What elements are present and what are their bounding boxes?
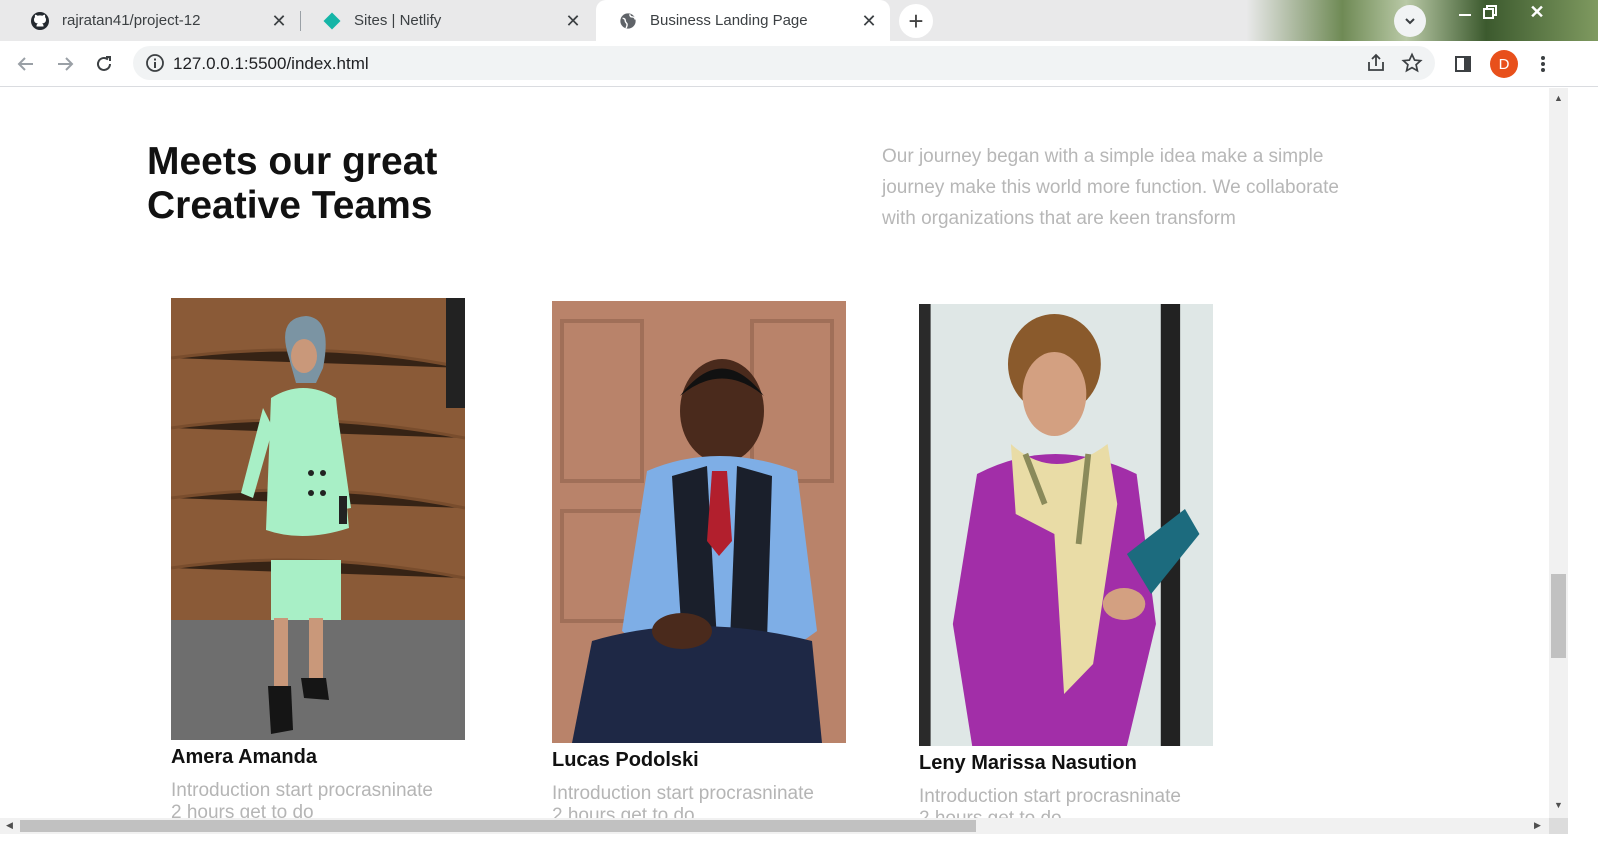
plus-icon: + xyxy=(908,6,924,36)
restore-icon xyxy=(1483,5,1497,19)
window-bottom-edge xyxy=(0,834,1598,850)
close-window-button[interactable]: ✕ xyxy=(1514,0,1560,24)
url-text[interactable]: 127.0.0.1:5500/index.html xyxy=(173,54,369,74)
vertical-scrollbar[interactable]: ▲ ▼ xyxy=(1549,88,1568,818)
scroll-right-arrow-icon[interactable]: ▶ xyxy=(1534,820,1541,831)
team-member-name: Amera Amanda xyxy=(171,746,317,768)
intro-line-2: 2 hours get to do xyxy=(552,805,695,818)
page-viewport: Meets our great Creative Teams Our journ… xyxy=(0,88,1549,818)
vertical-scrollbar-thumb[interactable] xyxy=(1551,574,1566,658)
scroll-down-arrow-icon[interactable]: ▼ xyxy=(1553,800,1564,811)
team-member-card: Amera Amanda Introduction start procrasn… xyxy=(171,298,465,818)
team-member-name: Leny Marissa Nasution xyxy=(919,752,1137,774)
scroll-up-arrow-icon[interactable]: ▲ xyxy=(1553,93,1564,104)
tab-title: rajratan41/project-12 xyxy=(62,12,201,29)
bookmark-star-icon[interactable] xyxy=(1401,52,1423,74)
browser-tab-strip: rajratan41/project-12 ✕ Sites | Netlify … xyxy=(0,0,1598,41)
team-member-photo xyxy=(919,304,1213,746)
chevron-down-icon xyxy=(1405,18,1415,25)
arrow-left-icon xyxy=(17,57,33,71)
reload-button[interactable] xyxy=(89,49,119,79)
tab-github[interactable]: rajratan41/project-12 ✕ xyxy=(8,0,300,41)
tab-search-button[interactable] xyxy=(1394,5,1426,37)
title-line-1: Meets our great xyxy=(147,140,438,183)
kebab-menu-icon xyxy=(1541,56,1545,72)
team-member-intro: Introduction start procrasninate 2 hours… xyxy=(171,780,465,818)
scroll-left-arrow-icon[interactable]: ◀ xyxy=(6,820,13,831)
side-panel-icon xyxy=(1455,56,1471,72)
profile-avatar[interactable]: D xyxy=(1490,50,1518,78)
close-tab-icon[interactable]: ✕ xyxy=(564,12,582,30)
intro-line-2: 2 hours get to do xyxy=(919,808,1062,818)
intro-line-1: Introduction start procrasninate xyxy=(919,786,1181,807)
tab-business-landing-page[interactable]: Business Landing Page ✕ xyxy=(596,0,890,41)
scrollbar-corner xyxy=(1549,818,1568,834)
browser-toolbar: 127.0.0.1:5500/index.html D xyxy=(0,41,1598,87)
team-member-card: Leny Marissa Nasution Introduction start… xyxy=(919,304,1213,818)
team-member-intro: Introduction start procrasninate 2 hours… xyxy=(552,783,846,818)
title-line-2: Creative Teams xyxy=(147,184,433,227)
team-member-photo xyxy=(552,301,846,743)
close-tab-icon[interactable]: ✕ xyxy=(270,12,288,30)
info-icon[interactable] xyxy=(145,53,165,73)
team-section-description: Our journey began with a simple idea mak… xyxy=(882,146,1339,229)
team-member-photo xyxy=(171,298,465,740)
address-bar[interactable]: 127.0.0.1:5500/index.html xyxy=(133,46,1435,80)
browser-menu-button[interactable] xyxy=(1528,49,1558,79)
reload-icon xyxy=(97,56,111,71)
forward-button[interactable] xyxy=(50,49,80,79)
globe-icon xyxy=(618,11,638,31)
team-section-title: Meets our great Creative Teams xyxy=(147,140,487,228)
intro-line-2: 2 hours get to do xyxy=(171,802,314,818)
horizontal-scrollbar[interactable]: ◀ ▶ xyxy=(0,818,1549,834)
new-tab-button[interactable]: + xyxy=(899,4,933,38)
profile-initial: D xyxy=(1498,55,1510,73)
github-icon xyxy=(30,11,50,31)
tab-title: Business Landing Page xyxy=(650,12,808,29)
share-icon[interactable] xyxy=(1365,52,1387,74)
netlify-icon xyxy=(322,11,342,31)
arrow-right-icon xyxy=(58,57,74,71)
tab-title: Sites | Netlify xyxy=(354,12,442,29)
restore-window-button[interactable] xyxy=(1467,0,1513,24)
intro-line-1: Introduction start procrasninate xyxy=(171,780,433,801)
team-member-card: Lucas Podolski Introduction start procra… xyxy=(552,301,846,818)
horizontal-scrollbar-thumb[interactable] xyxy=(20,820,976,832)
team-member-name: Lucas Podolski xyxy=(552,749,699,771)
intro-line-1: Introduction start procrasninate xyxy=(552,783,814,804)
team-member-intro: Introduction start procrasninate 2 hours… xyxy=(919,786,1213,818)
side-panel-button[interactable] xyxy=(1448,49,1478,79)
window-edge xyxy=(1568,88,1598,850)
close-icon: ✕ xyxy=(1529,1,1545,22)
back-button[interactable] xyxy=(11,49,41,79)
tab-netlify[interactable]: Sites | Netlify ✕ xyxy=(300,0,594,41)
close-tab-icon[interactable]: ✕ xyxy=(860,12,878,30)
